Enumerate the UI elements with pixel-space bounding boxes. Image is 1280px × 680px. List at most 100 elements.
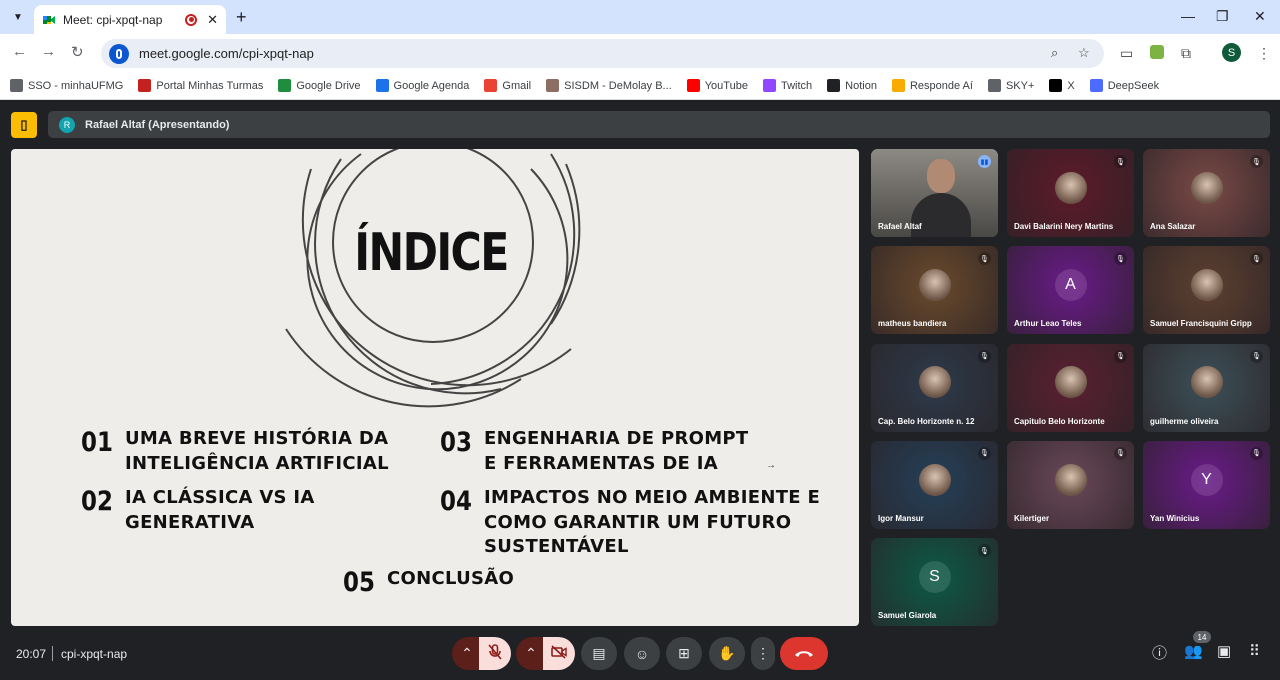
camera-off-icon xyxy=(551,645,567,662)
info-icon[interactable]: ⓘ xyxy=(1152,642,1167,663)
bookmark-label: YouTube xyxy=(704,79,748,92)
twitch-icon xyxy=(762,79,776,92)
index-item: 02 IA CLÁSSICA VS IA GENERATIVA xyxy=(81,486,315,535)
leave-call-button[interactable] xyxy=(780,637,828,670)
bookmark-label: Portal Minhas Turmas xyxy=(156,79,264,92)
back-icon[interactable]: ← xyxy=(12,43,27,60)
bookmark-item[interactable]: Google Drive xyxy=(278,79,361,92)
bookmark-item[interactable]: SISDM - DeMolay B... xyxy=(546,79,672,92)
bookmark-item[interactable]: SSO - minhaUFMG xyxy=(10,79,123,92)
bookmark-item[interactable]: Gmail xyxy=(484,79,531,92)
maximize-icon[interactable]: ❐ xyxy=(1216,8,1229,25)
present-button[interactable]: ⊞ xyxy=(666,637,702,670)
mic-off-button[interactable] xyxy=(479,637,511,670)
index-text: IMPACTOS NO MEIO AMBIENTE E COMO GARANTI… xyxy=(484,487,821,557)
tab-search-button[interactable]: ▼ xyxy=(8,7,28,27)
audio-options-button[interactable]: ⌃ xyxy=(452,637,482,670)
participant-tile[interactable]: A 🎙 Arthur Leao Teles xyxy=(1007,246,1134,335)
raise-hand-button[interactable]: ✋ xyxy=(709,637,745,670)
bookmark-item[interactable]: Twitch xyxy=(762,79,812,92)
chevron-up-icon: ⌃ xyxy=(461,645,473,661)
participant-tile[interactable]: 🎙 Ana Salazar xyxy=(1143,149,1270,237)
bookmark-item[interactable]: Google Agenda xyxy=(375,79,470,92)
meet-favicon-icon xyxy=(42,13,56,27)
participant-tile[interactable]: 🎙 Davi Balarini Nery Martins xyxy=(1007,149,1134,237)
participant-tile[interactable]: 🎙 Capitulo Belo Horizonte xyxy=(1007,343,1134,432)
captions-button[interactable]: ▤ xyxy=(581,637,617,670)
forward-icon[interactable]: → xyxy=(41,43,56,60)
participant-name: Kilertiger xyxy=(1014,513,1050,523)
mic-muted-icon: 🎙 xyxy=(1114,252,1127,266)
mic-off-icon xyxy=(488,644,502,663)
participant-tile[interactable]: 🎙 Igor Mansur xyxy=(871,440,998,529)
participant-photo xyxy=(1190,171,1223,204)
bookmark-label: SISDM - DeMolay B... xyxy=(564,79,672,92)
index-item: 04 IMPACTOS NO MEIO AMBIENTE E COMO GARAN… xyxy=(440,486,820,560)
bookmark-star-icon[interactable]: ☆ xyxy=(1078,45,1090,61)
participant-tile[interactable]: 🎙 Cap. Belo Horizonte n. 12 xyxy=(871,343,998,432)
participant-tile[interactable]: 🎙 Kilertiger xyxy=(1007,440,1134,529)
participant-tile[interactable]: S 🎙 Samuel Giarola xyxy=(871,538,998,627)
activities-icon[interactable]: ⠿ xyxy=(1249,642,1260,660)
participant-tile[interactable]: ▮▮ Rafael Altaf xyxy=(871,149,998,237)
youtube-icon xyxy=(686,79,700,92)
new-tab-button[interactable]: + xyxy=(236,7,247,28)
reactions-button[interactable]: ☺ xyxy=(624,637,660,670)
participant-photo xyxy=(918,463,951,496)
bookmark-item[interactable]: SKY+ xyxy=(987,79,1034,92)
bookmark-label: Google Agenda xyxy=(393,79,470,92)
chat-icon[interactable]: ▣ xyxy=(1217,642,1231,660)
extensions-puzzle-icon[interactable]: ⧉ xyxy=(1181,45,1191,62)
tab-title: Meet: cpi-xpqt-nap xyxy=(63,12,163,27)
participant-name: Samuel Giarola xyxy=(878,611,937,621)
chevron-up-icon: ⌃ xyxy=(525,645,537,661)
bookmark-item[interactable]: Portal Minhas Turmas xyxy=(138,79,263,92)
bookmark-item[interactable]: X xyxy=(1049,79,1075,92)
minimize-icon[interactable]: — xyxy=(1181,8,1195,24)
camera-off-button[interactable] xyxy=(543,637,575,670)
meet-area: ▯ R Rafael Altaf (Apresentando) ÍNDICE 0… xyxy=(0,101,1280,680)
extension-icon[interactable] xyxy=(1150,45,1164,59)
mic-muted-icon: 🎙 xyxy=(1114,349,1127,363)
index-number: 01 xyxy=(81,427,113,458)
globe-icon xyxy=(10,79,23,92)
address-bar[interactable]: meet.google.com/cpi-xpqt-nap ⌕ ☆ xyxy=(101,39,1104,68)
more-options-button[interactable]: ⋮ xyxy=(751,637,775,670)
bookmark-label: Notion xyxy=(845,79,877,92)
bookmark-item[interactable]: Responde Aí xyxy=(891,79,973,92)
zoom-icon[interactable]: ⌕ xyxy=(1051,45,1058,61)
close-window-icon[interactable]: ✕ xyxy=(1254,8,1266,25)
cast-icon[interactable]: ▭ xyxy=(1120,45,1133,62)
microphone-permission-icon[interactable] xyxy=(109,43,129,64)
participant-name: Yan Winicius xyxy=(1150,513,1200,523)
mic-muted-icon: 🎙 xyxy=(978,446,991,460)
people-icon[interactable]: 👥 xyxy=(1184,642,1203,660)
bookmark-label: DeepSeek xyxy=(1107,79,1160,92)
video-options-button[interactable]: ⌃ xyxy=(516,637,546,670)
reload-icon[interactable]: ↻ xyxy=(71,43,84,61)
participant-photo xyxy=(1054,366,1087,399)
browser-tab[interactable]: Meet: cpi-xpqt-nap ✕ xyxy=(34,5,226,34)
participant-tile[interactable]: 🎙 matheus bandiera xyxy=(871,246,998,335)
bookmark-item[interactable]: DeepSeek xyxy=(1089,79,1160,92)
participant-name: Arthur Leao Teles xyxy=(1014,319,1082,329)
presentation-icon[interactable]: ▯ xyxy=(11,112,37,138)
participant-tile[interactable]: 🎙 Samuel Francisquini Gripp xyxy=(1143,246,1270,335)
participant-name: Ana Salazar xyxy=(1150,222,1196,231)
notion-icon xyxy=(827,79,841,92)
hand-icon: ✋ xyxy=(718,645,736,661)
profile-avatar[interactable]: S xyxy=(1222,43,1241,62)
participant-tile[interactable]: Y 🎙 Yan Winicius xyxy=(1143,440,1270,529)
tab-close-button[interactable]: ✕ xyxy=(207,12,218,28)
bookmark-item[interactable]: Notion xyxy=(827,79,877,92)
presentation-slide: ÍNDICE 01 UMA BREVE HISTÓRIA DA INTELIGÊN… xyxy=(11,149,859,626)
participant-tile[interactable]: 🎙 guilherme oliveira xyxy=(1143,343,1270,432)
bookmark-item[interactable]: YouTube xyxy=(686,79,748,92)
people-count-badge: 14 xyxy=(1193,631,1211,643)
url-text[interactable]: meet.google.com/cpi-xpqt-nap xyxy=(139,46,314,61)
bookmark-label: SSO - minhaUFMG xyxy=(28,79,124,92)
menu-kebab-icon[interactable]: ⋮ xyxy=(1257,45,1271,62)
participant-photo xyxy=(1190,269,1223,302)
presenter-avatar: R xyxy=(59,116,75,133)
participant-name: Capitulo Belo Horizonte xyxy=(1014,416,1105,426)
